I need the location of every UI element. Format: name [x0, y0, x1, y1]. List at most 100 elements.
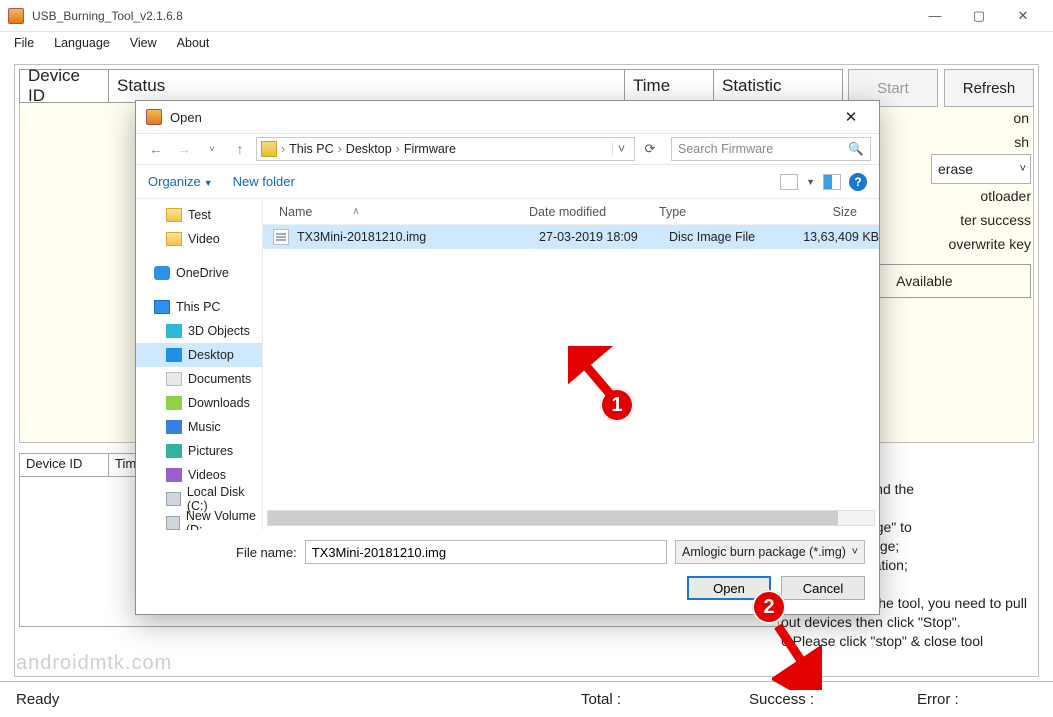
col-name[interactable]: Name∧	[273, 205, 523, 219]
chevron-icon: ›	[279, 142, 287, 156]
crumb-firmware[interactable]: Firmware	[404, 142, 456, 156]
chevron-icon: ›	[336, 142, 344, 156]
dialog-close-button[interactable]: ✕	[833, 108, 869, 126]
3d-icon	[166, 324, 182, 338]
image-file-icon	[273, 229, 289, 245]
folder-icon	[166, 232, 182, 246]
close-button[interactable]: ✕	[1001, 2, 1045, 30]
tree-label: This PC	[176, 300, 220, 314]
dialog-toolbar: Organize▼ New folder ▼ ?	[136, 165, 879, 199]
organize-menu[interactable]: Organize▼	[148, 174, 213, 189]
file-type: Disc Image File	[669, 230, 789, 244]
menu-language[interactable]: Language	[46, 34, 118, 52]
callout-2: 2	[752, 590, 786, 624]
tree-node-video[interactable]: Video	[136, 227, 262, 251]
doc-icon	[166, 372, 182, 386]
crumb-desktop[interactable]: Desktop	[346, 142, 392, 156]
folder-icon	[166, 208, 182, 222]
col-time: Time	[624, 69, 714, 103]
tree-label: Pictures	[188, 444, 233, 458]
folder-icon	[261, 141, 277, 157]
horizontal-scrollbar[interactable]	[267, 510, 875, 526]
dialog-app-icon	[146, 109, 162, 125]
tree-label: 3D Objects	[188, 324, 250, 338]
menu-view[interactable]: View	[122, 34, 165, 52]
new-folder-button[interactable]: New folder	[233, 174, 295, 189]
disk-icon	[166, 492, 181, 506]
menubar: File Language View About	[0, 32, 1053, 54]
nav-back-icon[interactable]: ←	[144, 141, 168, 157]
tree-node-desktop[interactable]: Desktop	[136, 343, 262, 367]
file-type-filter[interactable]: Amlogic burn package (*.img)	[675, 540, 865, 564]
app-icon	[8, 8, 24, 24]
tree-node-pictures[interactable]: Pictures	[136, 439, 262, 463]
watermark: androidmtk.com	[16, 652, 172, 675]
view-list-icon[interactable]	[780, 174, 798, 190]
view-dropdown-icon[interactable]: ▼	[806, 177, 815, 187]
pic-icon	[166, 444, 182, 458]
search-icon: 🔍	[848, 142, 864, 157]
tree-node-videos[interactable]: Videos	[136, 463, 262, 487]
search-placeholder: Search Firmware	[678, 142, 773, 156]
view-controls: ▼ ?	[780, 173, 867, 191]
erase-dropdown[interactable]: erase	[931, 154, 1031, 184]
tree-label: Test	[188, 208, 211, 222]
disk-icon	[166, 516, 180, 530]
file-row[interactable]: TX3Mini-20181210.img 27-03-2019 18:09 Di…	[263, 225, 879, 249]
tree-label: Music	[188, 420, 221, 434]
minimize-button[interactable]: —	[913, 2, 957, 30]
file-date: 27-03-2019 18:09	[539, 230, 669, 244]
tree-node-downloads[interactable]: Downloads	[136, 391, 262, 415]
status-success: Success :	[749, 691, 869, 708]
tree-node-onedrive[interactable]: OneDrive	[136, 261, 262, 285]
tree-node-music[interactable]: Music	[136, 415, 262, 439]
window-title: USB_Burning_Tool_v2.1.6.8	[32, 9, 913, 23]
col-device-id: Device ID	[19, 69, 109, 103]
tree-node-new-volume-d-[interactable]: New Volume (D:	[136, 511, 262, 530]
sort-asc-icon: ∧	[352, 206, 359, 217]
open-dialog: Open ✕ ← → ˅ ↑ › This PC › Desktop › Fir…	[135, 100, 880, 615]
arrow-1	[568, 346, 628, 406]
maximize-button[interactable]: ▢	[957, 2, 1001, 30]
menu-about[interactable]: About	[169, 34, 218, 52]
crumb-this-pc[interactable]: This PC	[289, 142, 333, 156]
status-error: Error :	[917, 691, 1037, 708]
tree-node-test[interactable]: Test	[136, 203, 262, 227]
file-name: TX3Mini-20181210.img	[297, 230, 539, 244]
nav-forward-icon[interactable]: →	[172, 141, 196, 157]
nav-recent-icon[interactable]: ˅	[200, 144, 224, 155]
preview-pane-icon[interactable]	[823, 174, 841, 190]
tree-node-documents[interactable]: Documents	[136, 367, 262, 391]
col-type[interactable]: Type	[653, 205, 773, 219]
dialog-nav: ← → ˅ ↑ › This PC › Desktop › Firmware ˅…	[136, 133, 879, 165]
dialog-titlebar: Open ✕	[136, 101, 879, 133]
tree-node-this-pc[interactable]: This PC	[136, 295, 262, 319]
tree-node-local-disk-c-[interactable]: Local Disk (C:)	[136, 487, 262, 511]
dialog-title: Open	[170, 110, 833, 125]
help-icon[interactable]: ?	[849, 173, 867, 191]
col-size[interactable]: Size	[773, 205, 863, 219]
music-icon	[166, 420, 182, 434]
file-size: 13,63,409 KB	[789, 230, 879, 244]
tree-node-3d-objects[interactable]: 3D Objects	[136, 319, 262, 343]
crumb-dropdown-icon[interactable]: ˅	[612, 142, 630, 156]
folder-tree[interactable]: Test Video OneDrive This PC 3D Objects Deskto…	[136, 199, 263, 530]
down-icon	[166, 396, 182, 410]
file-columns: Name∧ Date modified Type Size	[263, 199, 879, 225]
desk-icon	[166, 348, 182, 362]
nav-refresh-icon[interactable]: ⟳	[639, 141, 661, 157]
file-name-input[interactable]	[305, 540, 667, 564]
tree-label: Downloads	[188, 396, 250, 410]
refresh-button[interactable]: Refresh	[944, 69, 1034, 107]
onedrive-icon	[154, 266, 170, 280]
col-date[interactable]: Date modified	[523, 205, 653, 219]
tree-label: Documents	[188, 372, 251, 386]
cancel-button[interactable]: Cancel	[781, 576, 865, 600]
breadcrumb[interactable]: › This PC › Desktop › Firmware ˅	[256, 137, 635, 161]
search-input[interactable]: Search Firmware 🔍	[671, 137, 871, 161]
nav-up-icon[interactable]: ↑	[228, 141, 252, 157]
tree-label: OneDrive	[176, 266, 229, 280]
cfg-available: Available	[896, 269, 953, 293]
menu-file[interactable]: File	[6, 34, 42, 52]
statusbar: Ready Total : Success : Error :	[0, 681, 1053, 717]
